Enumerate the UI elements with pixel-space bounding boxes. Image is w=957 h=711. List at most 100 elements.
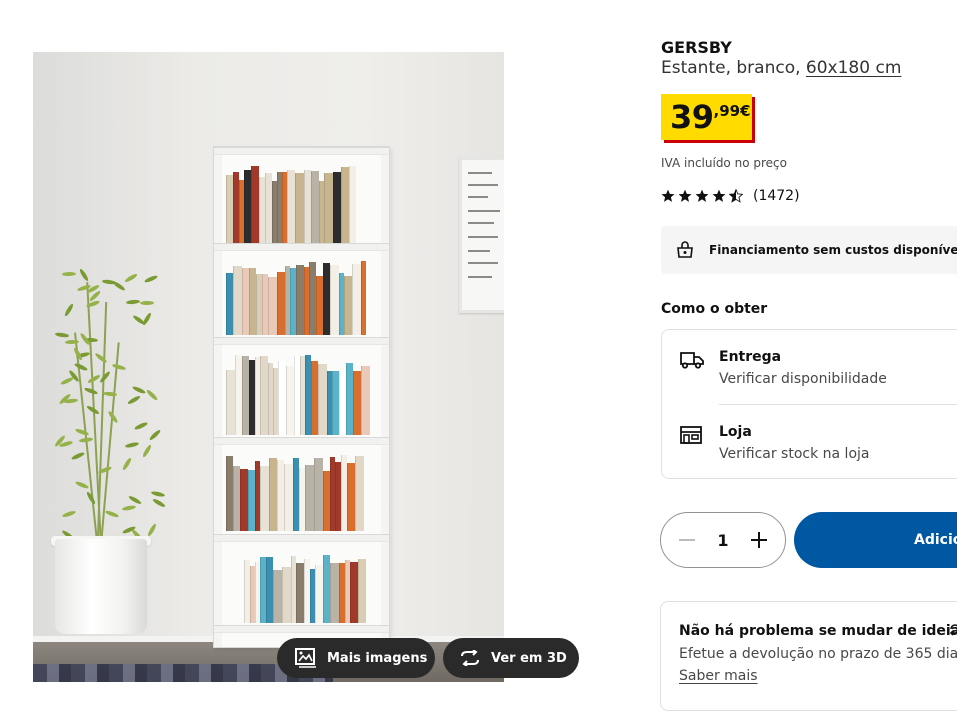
book [330, 265, 339, 335]
book [248, 470, 255, 531]
store-detail: Verificar stock na loja [719, 446, 870, 462]
star-icon [695, 189, 709, 202]
add-to-cart-label: Adicio [914, 532, 957, 548]
book [296, 563, 304, 623]
book [233, 466, 240, 531]
book [349, 166, 356, 243]
book [309, 262, 316, 335]
book [352, 264, 361, 335]
book [260, 356, 268, 435]
book [273, 570, 282, 623]
rating[interactable]: (1472) [661, 188, 800, 204]
review-count: (1472) [753, 188, 800, 204]
fulfillment-options: Entrega Verificar disponibilidade Loja V… [661, 329, 957, 479]
increase-quantity-button[interactable] [750, 532, 767, 548]
book [286, 366, 294, 435]
learn-more-link[interactable]: Saber mais [679, 668, 758, 684]
book [361, 261, 366, 335]
book [347, 463, 355, 531]
decrease-quantity-button[interactable] [679, 539, 695, 541]
price-integer: 39 [670, 98, 714, 136]
financing-banner[interactable]: Financiamento sem custos disponível ent [661, 226, 957, 274]
book [226, 456, 233, 531]
book [350, 562, 358, 623]
book [355, 456, 364, 531]
book [346, 363, 353, 435]
financing-text: Financiamento sem custos disponível ent [709, 243, 957, 257]
book [268, 277, 277, 335]
add-to-cart-button[interactable]: Adicio [794, 512, 957, 568]
book [358, 559, 366, 623]
book [324, 173, 333, 243]
price-decimals: ,99€ [713, 102, 751, 120]
quantity-value[interactable]: 1 [717, 531, 728, 550]
book [277, 272, 285, 335]
vat-note: IVA incluído no preço [661, 156, 787, 170]
book [226, 370, 235, 435]
rotate-3d-icon [461, 650, 479, 666]
book [339, 372, 346, 435]
book [277, 460, 284, 531]
book [323, 471, 330, 531]
product-type: Estante, branco, [661, 58, 806, 78]
plant-pot [55, 539, 147, 634]
book [330, 563, 339, 623]
book [244, 170, 251, 243]
book [304, 170, 311, 243]
product-dimensions-link[interactable]: 60x180 cm [806, 58, 901, 78]
book [332, 371, 339, 435]
rating-stars [661, 189, 743, 203]
product-brand: GERSBY [661, 38, 732, 57]
bookcase [213, 146, 390, 648]
book [242, 356, 249, 435]
book [318, 364, 327, 435]
store-option[interactable]: Loja Verificar stock na loja [662, 405, 957, 479]
plant-leaf [139, 300, 154, 305]
image-gallery-icon [295, 648, 316, 668]
book [249, 268, 256, 335]
returns-box: Não há problema se mudar de ideias Efetu… [660, 601, 957, 711]
book [278, 361, 286, 435]
book [287, 170, 295, 243]
book [361, 366, 370, 435]
book [341, 167, 349, 243]
half-star-icon [729, 189, 743, 203]
book [242, 268, 249, 335]
delivery-label: Entrega [719, 349, 782, 365]
book [269, 458, 277, 531]
book [226, 175, 233, 243]
book [344, 276, 352, 335]
more-images-button[interactable]: Mais imagens [277, 638, 435, 678]
delivery-detail: Verificar disponibilidade [719, 371, 887, 387]
truck-icon [680, 352, 704, 369]
book [284, 464, 293, 531]
book [323, 555, 330, 623]
book [333, 172, 341, 243]
book [295, 173, 304, 243]
book [260, 466, 269, 531]
book [311, 171, 319, 243]
book [314, 458, 323, 531]
book [305, 465, 314, 531]
star-icon [678, 189, 692, 202]
book [316, 276, 323, 335]
book [282, 567, 291, 623]
book [235, 355, 242, 435]
how-to-get-title: Como o obter [661, 301, 768, 317]
star-icon [712, 189, 726, 202]
book [323, 263, 330, 335]
returns-text: Efetue a devolução no prazo de 365 dias … [679, 646, 957, 662]
book [226, 273, 233, 335]
book [266, 557, 273, 623]
wall-art-frame [459, 157, 504, 313]
book [311, 361, 318, 435]
view-3d-button[interactable]: Ver em 3D [443, 638, 579, 678]
delivery-option[interactable]: Entrega Verificar disponibilidade [662, 330, 957, 405]
financing-icon [677, 241, 693, 258]
book [265, 173, 272, 243]
book [315, 565, 323, 623]
product-image[interactable] [33, 52, 504, 682]
book [296, 265, 304, 335]
quantity-stepper[interactable]: 1 [660, 512, 786, 568]
more-images-label: Mais imagens [327, 650, 428, 666]
